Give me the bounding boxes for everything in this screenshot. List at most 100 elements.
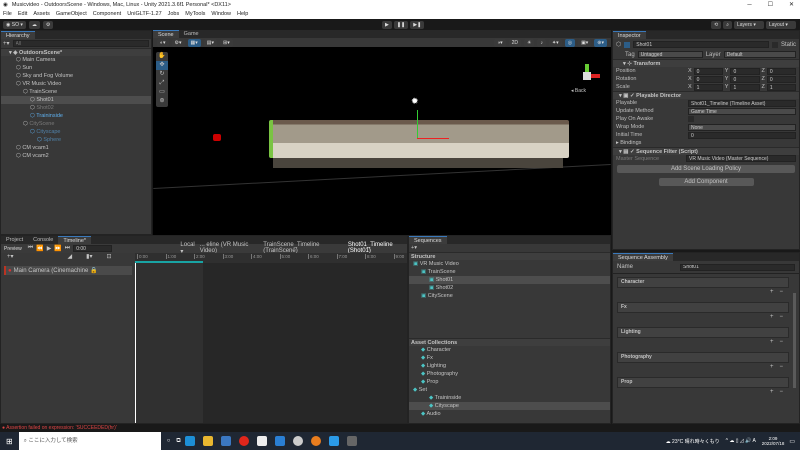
hierarchy-item[interactable]: ⬡ Shot02 xyxy=(1,104,151,112)
minimize-button[interactable]: ─ xyxy=(747,0,751,10)
add-track-button[interactable]: +▾ xyxy=(7,253,14,263)
pause-button[interactable]: ❚❚ xyxy=(393,20,409,29)
hierarchy-item[interactable]: ⬡ CM vcam2 xyxy=(1,152,151,160)
close-button[interactable]: ✕ xyxy=(789,0,794,10)
next-frame-button[interactable]: ⏩ xyxy=(54,245,61,252)
camera-gizmo-icon[interactable] xyxy=(213,134,221,141)
grid-button[interactable]: ▦▾ xyxy=(187,39,201,47)
status-bar[interactable]: ● Assertion failed on expression: 'SUCCE… xyxy=(0,424,800,432)
director-field[interactable]: Shot01_Timeline (Timeline Asset) xyxy=(688,99,796,107)
rotate-tool-icon[interactable]: ↻ xyxy=(156,70,168,79)
remove-item-button[interactable]: − xyxy=(779,288,783,296)
globe-button[interactable]: ⊕▾ xyxy=(594,39,607,47)
tab-timeline[interactable]: Timeline* xyxy=(58,236,92,244)
tab-hierarchy[interactable]: Hierarchy xyxy=(1,31,35,39)
orientation-gizmo[interactable] xyxy=(573,64,603,100)
clock[interactable]: 2:09 2022/07/18 xyxy=(762,436,785,446)
transform-x-field[interactable]: 1 xyxy=(693,83,723,91)
tab-project[interactable]: Project xyxy=(1,236,28,244)
menu-help[interactable]: Help xyxy=(237,10,248,19)
add-item-button[interactable]: + xyxy=(770,288,774,296)
weather-widget[interactable]: ☁ 23°C 晴れ時々くもり xyxy=(666,438,720,445)
play-timeline-button[interactable]: ▶ xyxy=(47,245,52,252)
curves-icon[interactable]: ◢ xyxy=(68,253,73,263)
lock-icon[interactable]: 🔒 xyxy=(90,267,97,274)
transform-header[interactable]: ▾ ⊹ Transform xyxy=(613,59,799,67)
move-tool-icon[interactable]: ✥ xyxy=(156,61,168,70)
audio-button[interactable]: ♪ xyxy=(537,39,546,47)
time-ruler[interactable]: 0:00 1:00 2:00 3:00 4:00 5:00 6:00 7:00 8:00 9:00 xyxy=(135,253,407,263)
tab-inspector[interactable]: Inspector xyxy=(613,31,646,39)
hierarchy-item[interactable]: ⬡ TrainScene xyxy=(1,88,151,96)
sequence-tree-item[interactable]: ◆ Character xyxy=(409,346,610,354)
playable-director-header[interactable]: ▾ ▣ ✓ Playable Director xyxy=(613,91,799,99)
active-checkbox[interactable] xyxy=(624,41,631,48)
remove-item-button[interactable]: − xyxy=(779,363,783,371)
account-button[interactable]: ◉ SO ▾ xyxy=(3,20,26,29)
mail-icon[interactable] xyxy=(274,436,285,446)
tab-console[interactable]: Console xyxy=(28,236,58,244)
incremental-snap-button[interactable]: ⊞▾ xyxy=(220,39,233,47)
sequence-tree-item[interactable]: ◆ Prop xyxy=(409,378,610,386)
remove-item-button[interactable]: − xyxy=(779,313,783,321)
sequence-tree-item[interactable]: ▣ TrainScene xyxy=(409,268,610,276)
edge-icon[interactable] xyxy=(184,436,195,446)
blender-icon[interactable] xyxy=(310,436,321,446)
2d-button[interactable]: 2D xyxy=(508,39,521,47)
hierarchy-item[interactable]: ⬡ Shot01 xyxy=(1,96,151,104)
step-button[interactable]: ▶❚ xyxy=(410,20,425,29)
layout-dropdown[interactable]: Layout ▾ xyxy=(766,20,796,29)
prev-frame-button[interactable]: ⏪ xyxy=(36,245,43,252)
add-sequence-button[interactable]: +▾ xyxy=(409,244,610,252)
layer-dropdown[interactable]: Default xyxy=(723,51,796,58)
play-on-awake-checkbox[interactable] xyxy=(688,116,694,122)
sequence-tree-item[interactable]: ▣ Shot02 xyxy=(409,284,610,292)
task-view-icon[interactable]: ⧉ xyxy=(176,438,180,445)
scrollbar[interactable] xyxy=(793,293,796,388)
layers-dropdown[interactable]: Layers ▾ xyxy=(734,20,764,29)
bindings-foldout[interactable]: ▸ Bindings xyxy=(613,139,799,147)
track-area[interactable] xyxy=(135,263,407,423)
goto-start-button[interactable]: ⏮ xyxy=(28,245,33,252)
sequence-tree-item[interactable]: ▣ Shot01 xyxy=(409,276,610,284)
transform-x-field[interactable]: 0 xyxy=(693,67,723,75)
add-item-button[interactable]: + xyxy=(770,338,774,346)
remove-item-button[interactable]: − xyxy=(779,338,783,346)
unity-icon[interactable] xyxy=(346,436,357,446)
train-model[interactable] xyxy=(269,120,569,158)
menu-mytools[interactable]: MyTools xyxy=(185,10,205,19)
search-icon[interactable]: ⌕ xyxy=(723,20,732,29)
add-item-button[interactable]: + xyxy=(770,388,774,396)
gizmos-button[interactable]: ▣▾ xyxy=(578,39,592,47)
play-button[interactable]: ▶ xyxy=(382,20,392,29)
menu-window[interactable]: Window xyxy=(211,10,231,19)
sequence-tree-item[interactable]: ◆ Audio xyxy=(409,410,610,418)
tab-scene[interactable]: Scene xyxy=(153,30,179,38)
draw-mode-button[interactable]: ◐▾ xyxy=(157,39,169,47)
tab-game[interactable]: Game xyxy=(179,30,204,38)
sequence-tree-item[interactable]: ◆ Lighting xyxy=(409,362,610,370)
transform-x-field[interactable]: 0 xyxy=(693,75,723,83)
add-component-button[interactable]: Add Component xyxy=(658,178,754,186)
menu-component[interactable]: Component xyxy=(93,10,121,19)
hierarchy-item[interactable]: ⬡ Sky and Fog Volume xyxy=(1,72,151,80)
transform-y-field[interactable]: 1 xyxy=(730,83,760,91)
add-scene-loading-policy-button[interactable]: Add Scene Loading Policy xyxy=(617,165,795,173)
hand-tool-icon[interactable]: ✋ xyxy=(156,52,168,61)
hierarchy-item[interactable]: ⬡ Traininside xyxy=(1,112,151,120)
transform-z-field[interactable]: 0 xyxy=(766,67,796,75)
sequence-filter-header[interactable]: ▾ ▤ ✓ Sequence Filter (Script) xyxy=(613,147,799,155)
sequence-tree-item[interactable]: ◆ Traininside xyxy=(409,394,610,402)
vscode-icon[interactable] xyxy=(328,436,339,446)
hierarchy-search-input[interactable] xyxy=(12,40,149,47)
y-axis-handle[interactable] xyxy=(417,110,418,138)
hierarchy-item[interactable]: ▾ ◈ OutdoorsScene* xyxy=(1,48,151,56)
file-explorer-icon[interactable] xyxy=(202,436,213,446)
menu-assets[interactable]: Assets xyxy=(33,10,50,19)
shading-button[interactable]: ◑▾ xyxy=(494,39,506,47)
static-checkbox[interactable] xyxy=(771,41,778,48)
tag-dropdown[interactable]: Untagged xyxy=(637,51,703,58)
menu-file[interactable]: File xyxy=(3,10,12,19)
add-item-button[interactable]: + xyxy=(770,363,774,371)
menu-jobs[interactable]: Jobs xyxy=(168,10,180,19)
